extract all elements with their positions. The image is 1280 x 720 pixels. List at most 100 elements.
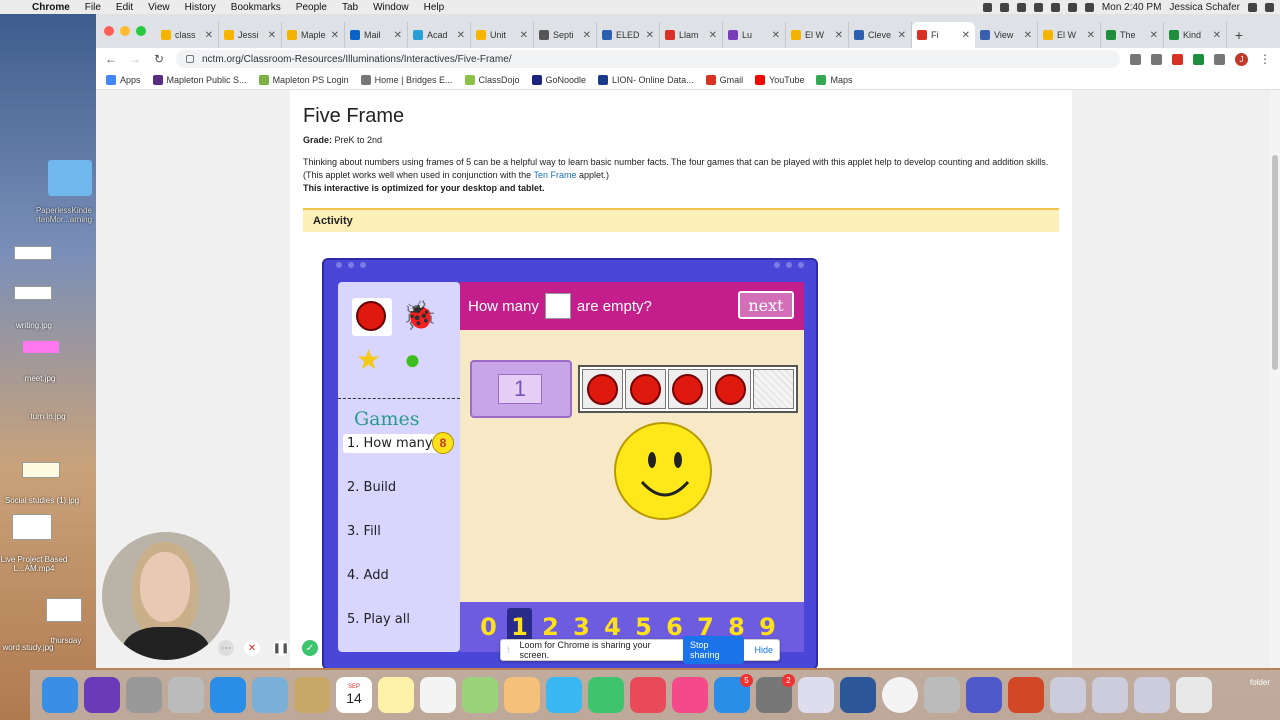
menu-bookmarks[interactable]: Bookmarks [231, 2, 281, 13]
loom-extension-icon[interactable] [1172, 53, 1183, 65]
drag-handle-icon[interactable]: ⁞ [507, 645, 510, 655]
close-window-icon[interactable] [104, 26, 114, 36]
apple-icon[interactable]: ● [404, 346, 421, 374]
image-capture-icon[interactable] [924, 677, 960, 713]
camera-icon[interactable] [1130, 53, 1141, 65]
microphone-icon[interactable] [982, 2, 992, 12]
facetime-icon[interactable] [588, 677, 624, 713]
bookmark-4[interactable]: ClassDojo [464, 74, 520, 85]
avatar[interactable]: J [1235, 52, 1248, 66]
menu-window[interactable]: Window [373, 2, 409, 13]
notes-icon[interactable] [378, 677, 414, 713]
number-button-0[interactable]: 0 [476, 608, 501, 646]
tab-14[interactable]: El W ✕ [1038, 22, 1101, 48]
bookmark-1[interactable]: Mapleton Public S... [152, 74, 247, 85]
tab-close-icon[interactable]: ✕ [898, 30, 906, 41]
tab-close-icon[interactable]: ✕ [709, 30, 717, 41]
reminders-icon[interactable] [420, 677, 456, 713]
tab-close-icon[interactable]: ✕ [457, 30, 465, 41]
folder-stack-icon[interactable] [1134, 677, 1170, 713]
tab-4[interactable]: Acad ✕ [408, 22, 471, 48]
menu-history[interactable]: History [185, 2, 216, 13]
bookmark-5[interactable]: GoNoodle [531, 74, 586, 85]
tab-close-icon[interactable]: ✕ [962, 30, 970, 41]
tab-5[interactable]: Unit ✕ [471, 22, 534, 48]
powerpoint-icon[interactable] [1008, 677, 1044, 713]
desktop-thumb-2[interactable] [14, 286, 52, 300]
loom-webcam-bubble[interactable] [102, 532, 230, 660]
forward-icon[interactable]: → [128, 52, 142, 66]
bluetooth-icon[interactable] [1033, 2, 1043, 12]
bookmark-7[interactable]: Gmail [705, 74, 743, 85]
user-name[interactable]: Jessica Schafer [1169, 2, 1240, 13]
tab-6[interactable]: Septi ✕ [534, 22, 597, 48]
tab-close-icon[interactable]: ✕ [583, 30, 591, 41]
menu-chrome[interactable]: Chrome [32, 2, 70, 13]
contacts-icon[interactable] [294, 677, 330, 713]
bookmark-8[interactable]: YouTube [755, 74, 804, 85]
game-build[interactable]: 2. Build [343, 478, 400, 497]
trash-icon[interactable] [1176, 677, 1212, 713]
tab-11[interactable]: Cleve ✕ [849, 22, 912, 48]
ten-frame-link[interactable]: Ten Frame [533, 170, 576, 180]
tab-8[interactable]: Llam ✕ [660, 22, 723, 48]
tab-close-icon[interactable]: ✕ [520, 30, 528, 41]
tab-15[interactable]: The ✕ [1101, 22, 1164, 48]
tab-3[interactable]: Mail ✕ [345, 22, 408, 48]
chrome-icon[interactable] [882, 677, 918, 713]
desktop-label-writing[interactable]: writing.jpg [0, 321, 80, 330]
puzzle-icon[interactable] [1214, 53, 1225, 65]
maps-icon[interactable] [462, 677, 498, 713]
loom-icon[interactable] [1016, 2, 1026, 12]
news-icon[interactable] [630, 677, 666, 713]
word-icon[interactable] [840, 677, 876, 713]
desktop-thumb-5[interactable] [12, 514, 52, 540]
tab-close-icon[interactable]: ✕ [1087, 30, 1095, 41]
siri-icon[interactable] [84, 677, 120, 713]
downloads-icon[interactable] [1050, 677, 1086, 713]
kebab-menu-icon[interactable]: ⋮ [1258, 52, 1272, 66]
tab-10[interactable]: El W ✕ [786, 22, 849, 48]
desktop-thumb-1[interactable] [14, 246, 52, 260]
preview-icon[interactable] [252, 677, 288, 713]
volume-icon[interactable] [1067, 2, 1077, 12]
menu-file[interactable]: File [85, 2, 101, 13]
tab-close-icon[interactable]: ✕ [835, 30, 843, 41]
next-button[interactable]: next [738, 291, 794, 319]
back-icon[interactable]: ← [104, 52, 118, 66]
messages-icon[interactable] [546, 677, 582, 713]
music-icon[interactable] [672, 677, 708, 713]
teams-icon[interactable] [966, 677, 1002, 713]
calendar-icon[interactable]: SEP 14 [336, 677, 372, 713]
bookmark-2[interactable]: Mapleton PS Login [258, 74, 349, 85]
desktop-label-wordstudy[interactable]: word study.jpg [0, 643, 74, 652]
tab-9[interactable]: Lu ✕ [723, 22, 786, 48]
desktop-label-turnin[interactable]: turn in.jpg [2, 412, 94, 421]
red-circle-icon[interactable] [356, 301, 386, 331]
dropbox-icon[interactable] [999, 2, 1009, 12]
help-icon[interactable] [168, 677, 204, 713]
tab-7[interactable]: ELED ✕ [597, 22, 660, 48]
tab-2[interactable]: Maple ✕ [282, 22, 345, 48]
answer-value[interactable]: 1 [498, 374, 542, 404]
app-store-icon[interactable]: 5 [714, 674, 753, 713]
star-icon[interactable] [1151, 53, 1162, 65]
tab-close-icon[interactable]: ✕ [1213, 30, 1221, 41]
game-play-all[interactable]: 5. Play all [343, 610, 414, 629]
minimize-window-icon[interactable] [120, 26, 130, 36]
tab-close-icon[interactable]: ✕ [646, 30, 654, 41]
tab-close-icon[interactable]: ✕ [1024, 30, 1032, 41]
stop-sharing-button[interactable]: Stop sharing [682, 636, 745, 664]
menu-edit[interactable]: Edit [116, 2, 133, 13]
battery-icon[interactable] [1084, 2, 1094, 12]
star-icon[interactable]: ★ [356, 346, 381, 374]
launchpad-icon[interactable] [126, 677, 162, 713]
reload-icon[interactable]: ↻ [152, 52, 166, 66]
tab-close-icon[interactable]: ✕ [772, 30, 780, 41]
tab-1[interactable]: Jessi ✕ [219, 22, 282, 48]
page-scrollbar[interactable] [1270, 90, 1280, 668]
desktop-thumb-6[interactable] [46, 598, 82, 622]
loom-finish-icon[interactable]: ✓ [302, 640, 318, 656]
menu-people[interactable]: People [296, 2, 327, 13]
bookmark-0[interactable]: Apps [106, 74, 141, 85]
